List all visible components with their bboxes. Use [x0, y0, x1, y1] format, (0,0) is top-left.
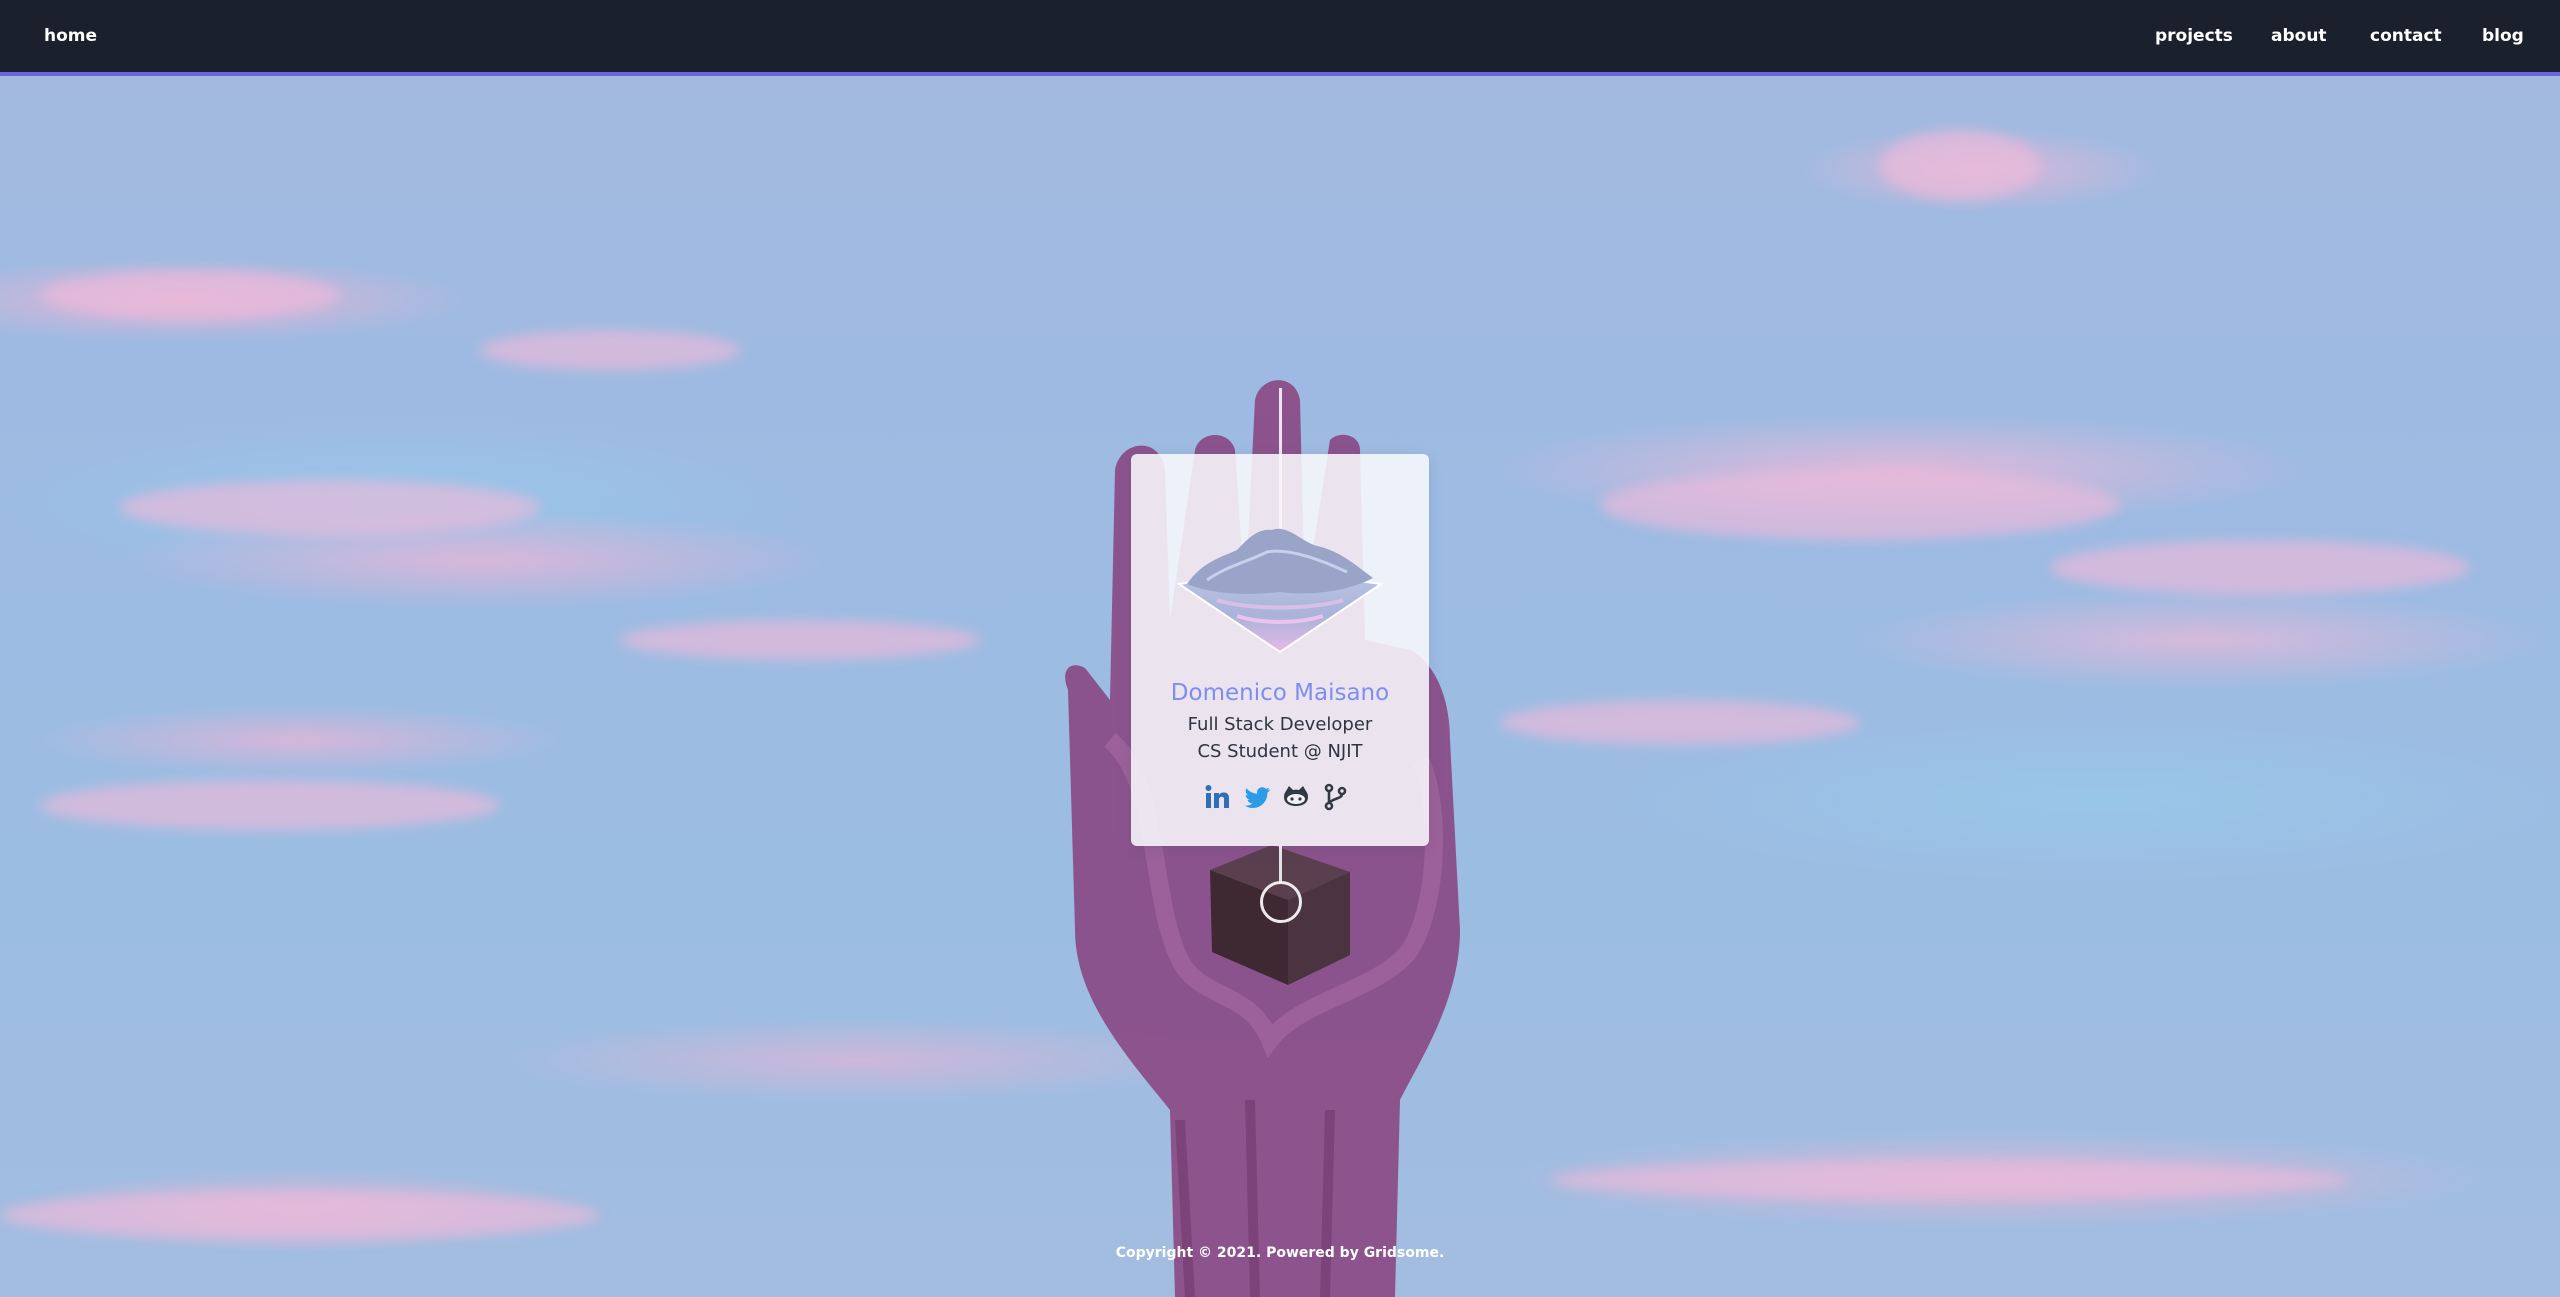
- footer-copyright: Copyright © 2021. Powered by Gridsome.: [1115, 1245, 1445, 1261]
- top-navbar: home projects about contact blog: [0, 0, 2560, 76]
- linkedin-icon[interactable]: [1202, 782, 1232, 812]
- profile-card: Domenico Maisano Full Stack Developer CS…: [1131, 454, 1429, 846]
- github-icon[interactable]: [1281, 782, 1311, 812]
- connector-line-bottom: [1279, 846, 1282, 883]
- nav-home-link[interactable]: home: [44, 26, 97, 46]
- social-links: [1131, 782, 1429, 812]
- terrain-logo-icon: [1177, 528, 1383, 654]
- profile-name: Domenico Maisano: [1170, 680, 1390, 706]
- connector-line-top: [1279, 388, 1282, 454]
- nav-about-link[interactable]: about: [2271, 26, 2327, 46]
- git-branch-icon[interactable]: [1321, 782, 1351, 812]
- nav-blog-link[interactable]: blog: [2482, 26, 2524, 46]
- profile-role: Full Stack Developer: [1187, 714, 1373, 735]
- nav-projects-link[interactable]: projects: [2155, 26, 2233, 46]
- twitter-icon[interactable]: [1242, 782, 1272, 812]
- connector-ring: [1260, 881, 1302, 923]
- nav-contact-link[interactable]: contact: [2370, 26, 2442, 46]
- profile-education: CS Student @ NJIT: [1197, 741, 1363, 762]
